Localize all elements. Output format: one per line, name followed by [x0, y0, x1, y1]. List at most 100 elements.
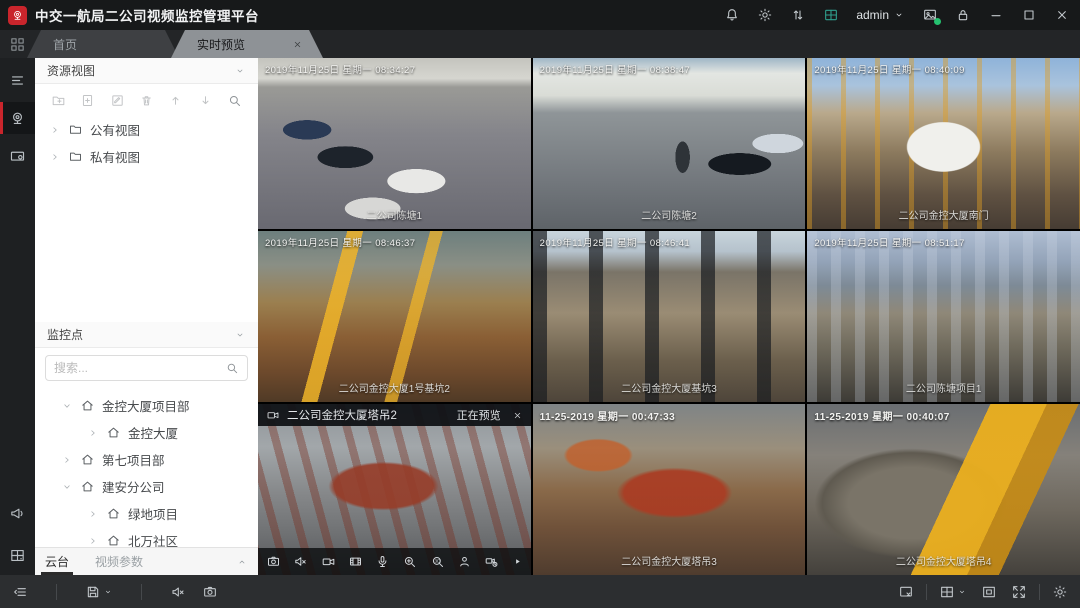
transfer-icon[interactable] — [790, 7, 806, 23]
video-timestamp: 2019年11月25日 星期一 08:34:27 — [265, 62, 415, 76]
wall-layout-icon[interactable] — [0, 539, 35, 571]
tree-caret-icon[interactable] — [61, 454, 73, 466]
snapshot-icon[interactable] — [266, 554, 281, 569]
tree-caret-icon[interactable] — [87, 535, 99, 547]
camera-name-label: 二公司金控大厦1号基坑2 — [258, 380, 531, 395]
bell-icon[interactable] — [724, 7, 740, 23]
menu-icon[interactable] — [0, 64, 35, 96]
tab-video-params[interactable]: 视频参数 — [95, 548, 143, 575]
chevron-up-icon[interactable] — [236, 556, 248, 568]
move-down-icon[interactable] — [198, 93, 213, 108]
tree-item-private-views[interactable]: 私有视图 — [35, 143, 258, 170]
video-cell[interactable]: 11-25-2019 星期一 00:40:07 二公司金控大厦塔吊4 — [807, 404, 1080, 575]
user-menu[interactable]: admin — [856, 8, 905, 22]
video-timestamp: 11-25-2019 星期一 00:40:07 — [814, 408, 949, 423]
video-cell[interactable]: 2019年11月25日 星期一 08:46:41 二公司金控大厦基坑3 — [533, 231, 806, 402]
3d-zoom-icon[interactable] — [430, 554, 445, 569]
monitor-tree-item[interactable]: 绿地项目 — [35, 500, 258, 527]
monitor-camera-icon[interactable] — [0, 102, 35, 134]
maximize-button[interactable] — [1021, 7, 1037, 23]
close-button[interactable] — [1054, 7, 1070, 23]
edit-icon[interactable] — [110, 93, 125, 108]
folder-icon — [68, 122, 83, 137]
record-icon[interactable] — [321, 554, 336, 569]
preset-icon[interactable] — [457, 554, 472, 569]
mute-all-icon[interactable] — [170, 584, 186, 600]
lock-icon[interactable] — [955, 7, 971, 23]
camera-name-label: 二公司陈塘2 — [533, 207, 806, 222]
monitor-tree-item[interactable]: 第七项目部 — [35, 446, 258, 473]
tree-item-label: 金控大厦项目部 — [102, 396, 190, 415]
tab-ptz[interactable]: 云台 — [45, 548, 69, 575]
tab-live-preview[interactable]: 实时预览 — [171, 30, 323, 58]
video-cell[interactable]: 二公司金控大厦塔吊2 正在预览 — [258, 404, 531, 575]
grid-settings-icon[interactable] — [1052, 584, 1068, 600]
video-cell[interactable]: 2019年11月25日 星期一 08:38:47 二公司陈塘2 — [533, 58, 806, 229]
tree-caret-icon[interactable] — [61, 481, 73, 493]
video-cell[interactable]: 2019年11月25日 星期一 08:40:09 二公司金控大厦南门 — [807, 58, 1080, 229]
video-frame — [807, 58, 1080, 229]
titlebar: 中交一航局二公司视频监控管理平台 admin — [0, 0, 1080, 30]
video-cell[interactable]: 2019年11月25日 星期一 08:51:17 二公司陈塘项目1 — [807, 231, 1080, 402]
video-cell[interactable]: 2019年11月25日 星期一 08:46:37 二公司金控大厦1号基坑2 — [258, 231, 531, 402]
fullscreen-icon[interactable] — [1011, 584, 1027, 600]
tree-caret-icon[interactable] — [61, 400, 73, 412]
screenshot-icon[interactable] — [922, 7, 938, 23]
bottom-toolbar — [0, 575, 1080, 608]
tree-caret-icon[interactable] — [87, 508, 99, 520]
more-icon[interactable] — [512, 556, 523, 567]
layout-grid-button[interactable] — [939, 584, 967, 600]
tree-item-public-views[interactable]: 公有视图 — [35, 116, 258, 143]
video-status-label: 正在预览 — [457, 407, 501, 423]
delete-icon[interactable] — [139, 93, 154, 108]
move-up-icon[interactable] — [168, 93, 183, 108]
tree-item-label: 公有视图 — [90, 120, 140, 139]
tab-close-icon[interactable] — [292, 39, 303, 50]
folder-icon — [68, 149, 83, 164]
search-icon[interactable] — [225, 361, 239, 375]
caret-right-icon[interactable] — [49, 151, 61, 163]
single-screen-icon[interactable] — [981, 584, 997, 600]
add-view-icon[interactable] — [80, 93, 95, 108]
save-view-button[interactable] — [85, 584, 113, 600]
close-all-icon[interactable] — [898, 584, 914, 600]
monitor-tree-item[interactable]: 金控大厦 — [35, 419, 258, 446]
broadcast-icon[interactable] — [0, 497, 35, 529]
ptz-cruise-icon[interactable] — [484, 554, 499, 569]
zoom-in-icon[interactable] — [402, 554, 417, 569]
monitor-tree-item[interactable]: 北万社区 — [35, 527, 258, 547]
tab-home[interactable]: 首页 — [27, 30, 179, 58]
divider — [56, 584, 57, 600]
video-display-icon[interactable] — [0, 140, 35, 172]
camera-name-label: 二公司陈塘1 — [258, 207, 531, 222]
search-icon[interactable] — [227, 93, 242, 108]
mute-icon[interactable] — [293, 554, 308, 569]
video-cell[interactable]: 11-25-2019 星期一 00:47:33 二公司金控大厦塔吊3 — [533, 404, 806, 575]
talk-icon[interactable] — [375, 554, 390, 569]
site-home-icon — [106, 506, 121, 521]
divider — [141, 584, 142, 600]
video-frame — [533, 231, 806, 402]
minimize-button[interactable] — [988, 7, 1004, 23]
app-title: 中交一航局二公司视频监控管理平台 — [35, 5, 259, 25]
instant-playback-icon[interactable] — [348, 554, 363, 569]
resource-panel-header[interactable]: 资源视图 — [35, 58, 258, 84]
monitor-tree-item[interactable]: 建安分公司 — [35, 473, 258, 500]
caret-right-icon[interactable] — [49, 124, 61, 136]
video-wall-icon[interactable] — [823, 7, 839, 23]
close-video-icon[interactable] — [512, 410, 523, 421]
chevron-down-icon — [234, 329, 246, 341]
video-timestamp: 11-25-2019 星期一 00:47:33 — [540, 408, 675, 423]
settings-icon[interactable] — [757, 7, 773, 23]
monitor-tree-item[interactable]: 金控大厦项目部 — [35, 392, 258, 419]
collapse-panel-icon[interactable] — [12, 584, 28, 600]
chevron-down-icon — [103, 587, 113, 597]
snapshot-all-icon[interactable] — [202, 584, 218, 600]
video-cell[interactable]: 2019年11月25日 星期一 08:34:27 二公司陈塘1 — [258, 58, 531, 229]
search-input[interactable] — [54, 361, 225, 375]
tree-caret-icon[interactable] — [87, 427, 99, 439]
add-group-icon[interactable] — [51, 93, 66, 108]
monitor-panel-header[interactable]: 监控点 — [35, 322, 258, 348]
resource-tree: 公有视图 私有视图 — [35, 116, 258, 170]
video-frame — [807, 231, 1080, 402]
